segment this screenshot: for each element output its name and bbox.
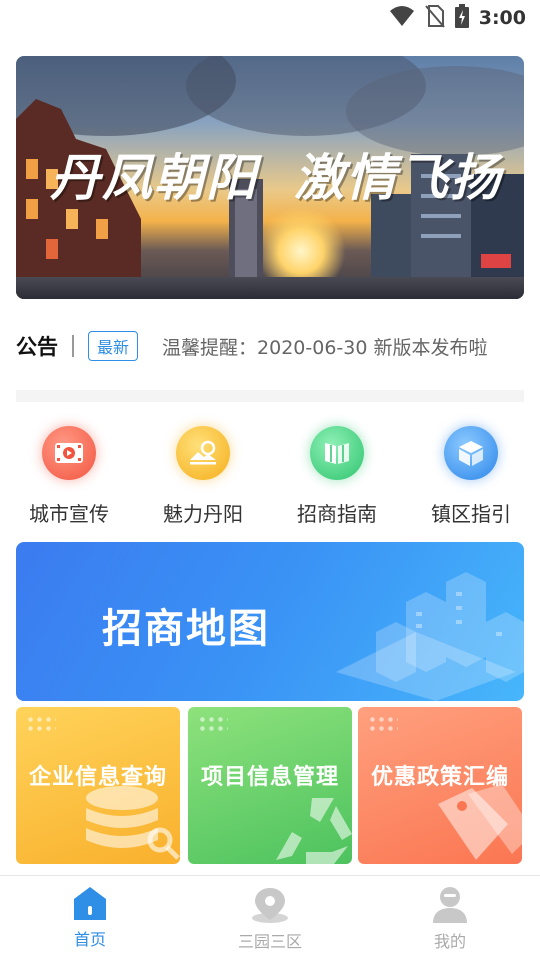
nav-charm-danyang[interactable]: 魅力丹阳 — [138, 420, 268, 530]
notice-bar[interactable]: 公告 最新 温馨提醒：2020-06-30 新版本发布啦 — [16, 328, 524, 364]
nav-town-guide[interactable]: 镇区指引 — [406, 420, 536, 530]
tab-three-parks[interactable]: 三园三区 — [180, 876, 360, 960]
database-search-icon — [86, 786, 180, 860]
notice-divider — [72, 335, 74, 357]
price-tag-icon — [438, 784, 522, 860]
book-icon — [310, 426, 364, 480]
notice-text[interactable]: 温馨提醒：2020-06-30 新版本发布啦 — [162, 333, 487, 360]
dots-decoration — [368, 715, 398, 733]
dots-decoration — [198, 715, 228, 733]
status-bar: 3:00 — [0, 0, 540, 36]
user-icon — [433, 887, 467, 923]
banner-title-right: 激情飞扬 — [294, 149, 502, 207]
nav-label: 镇区指引 — [431, 502, 511, 526]
policy-compilation-card[interactable]: 优惠政策汇编 — [358, 707, 522, 864]
city-banner[interactable]: 丹凤朝阳 激情飞扬 — [16, 56, 524, 299]
cube-icon — [444, 426, 498, 480]
bottom-tab-bar: 首页 三园三区 我的 — [0, 875, 540, 960]
nav-label: 招商指南 — [297, 502, 377, 526]
tab-label: 我的 — [433, 932, 466, 951]
nav-label: 魅力丹阳 — [163, 502, 243, 526]
notice-badge: 最新 — [88, 331, 139, 361]
battery-charging-icon — [454, 4, 469, 32]
road — [16, 277, 524, 299]
nav-label: 城市宣传 — [29, 502, 109, 526]
home-icon — [74, 887, 106, 920]
map-banner-title: 招商地图 — [102, 606, 270, 652]
location-pin-icon — [252, 888, 288, 923]
tab-label: 三园三区 — [237, 932, 302, 951]
wifi-icon — [389, 5, 415, 31]
tab-mine[interactable]: 我的 — [360, 876, 540, 960]
project-management-card[interactable]: 项目信息管理 — [188, 707, 352, 864]
tab-label: 首页 — [73, 930, 106, 949]
nav-city-promo[interactable]: 城市宣传 — [4, 420, 134, 530]
recycle-triangle-icon — [276, 798, 352, 864]
investment-map-banner[interactable]: 招商地图 — [16, 542, 524, 701]
notice-label: 公告 — [16, 335, 58, 359]
landscape-icon — [176, 426, 230, 480]
status-time: 3:00 — [478, 7, 526, 29]
card-label: 项目信息管理 — [200, 765, 339, 790]
nav-investment-guide[interactable]: 招商指南 — [272, 420, 402, 530]
video-icon — [42, 426, 96, 480]
enterprise-query-card[interactable]: 企业信息查询 — [16, 707, 180, 864]
quick-nav: 城市宣传 魅力丹阳 招商指南 镇区指引 — [0, 420, 540, 530]
dots-decoration — [26, 715, 56, 733]
tab-home[interactable]: 首页 — [0, 876, 180, 960]
no-sim-icon — [424, 4, 445, 32]
banner-title-left: 丹凤朝阳 — [50, 149, 258, 207]
section-divider — [16, 390, 524, 402]
